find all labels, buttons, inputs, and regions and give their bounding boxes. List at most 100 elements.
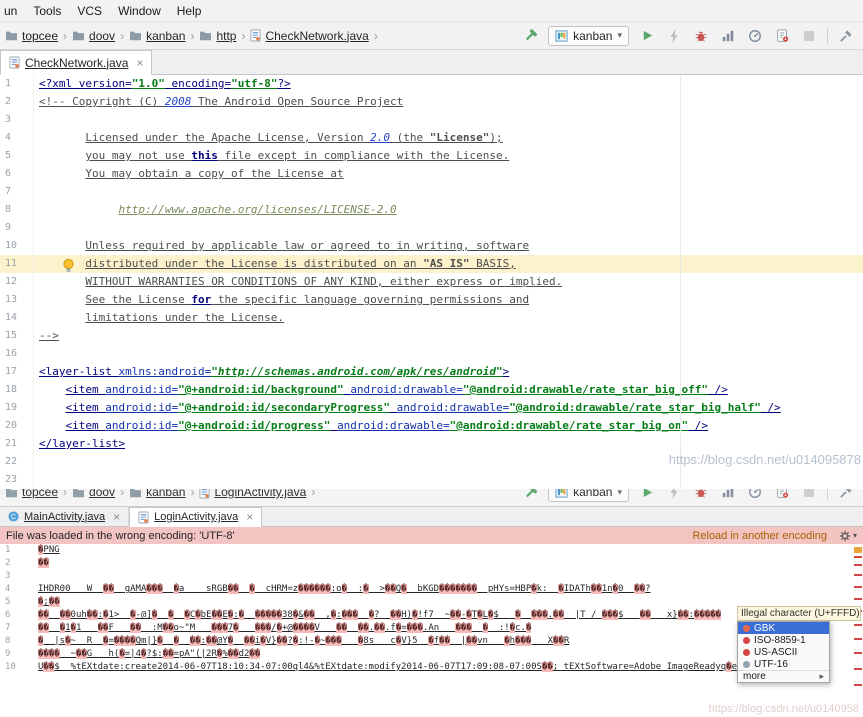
error-stripe-mark[interactable] — [854, 547, 862, 553]
encoding-option-iso-8859-1[interactable]: ISO-8859-1 — [738, 634, 829, 646]
error-stripe-mark[interactable] — [854, 574, 862, 576]
error-stripe-mark[interactable] — [854, 556, 862, 558]
code-token — [239, 623, 255, 633]
breadcrumb-item[interactable]: topcee — [5, 29, 58, 43]
tab-checknetwork-java[interactable]: CheckNetwork.java× — [0, 50, 152, 75]
code-token — [157, 610, 168, 620]
menu-item-vcs[interactable]: VCS — [69, 4, 110, 18]
error-stripe-mark[interactable] — [854, 624, 862, 626]
menu-item-tools[interactable]: Tools — [25, 4, 69, 18]
breadcrumb-item[interactable]: kanban — [129, 29, 185, 43]
error-stripe-mark[interactable] — [854, 586, 862, 588]
apply-changes-button[interactable] — [665, 489, 683, 501]
code-token — [233, 636, 244, 646]
code-token: android:drawable= — [337, 419, 450, 432]
breadcrumb-item[interactable]: doov — [72, 29, 115, 43]
breadcrumb-item[interactable]: http — [199, 29, 236, 43]
invalid-char: �� — [38, 558, 49, 568]
close-icon[interactable]: × — [136, 56, 143, 70]
code-token: |T / — [564, 610, 602, 620]
build-button[interactable] — [521, 27, 539, 45]
code-line: 4 Licensed under the Apache License, Ver… — [0, 129, 863, 147]
error-stripe-mark[interactable] — [854, 652, 862, 654]
error-stripe-mark[interactable] — [854, 598, 862, 600]
code-token: , — [315, 610, 331, 620]
encoding-option-us-ascii[interactable]: US-ASCII — [738, 646, 829, 658]
build-button[interactable] — [521, 489, 539, 501]
banner-settings-button[interactable]: ▾ — [839, 530, 857, 542]
breadcrumb-item[interactable]: topcee — [5, 489, 58, 499]
coverage-button[interactable] — [719, 489, 737, 501]
line-number: 9 — [0, 219, 34, 237]
run-config-select[interactable]: kanban▾ — [548, 26, 629, 46]
run-config-select[interactable]: kanban▾ — [548, 489, 629, 502]
error-stripe-mark[interactable] — [854, 684, 862, 686]
profile-run-button[interactable] — [773, 27, 791, 45]
debug-button[interactable] — [692, 27, 710, 45]
more-tools-button[interactable] — [837, 489, 855, 501]
menu-item-un[interactable]: un — [0, 4, 25, 18]
run-button[interactable] — [638, 489, 656, 501]
code-line: 20 <item android:id="@+android:id/progre… — [0, 417, 863, 435]
coverage-button[interactable] — [719, 27, 737, 45]
line-number: 8 — [0, 201, 34, 219]
strip-breadcrumb-bar: topcee›doov›kanban›LoginActivity.java› — [0, 489, 521, 499]
stop-button[interactable] — [800, 489, 818, 501]
menu-item-window[interactable]: Window — [110, 4, 169, 18]
debug-button[interactable] — [692, 489, 710, 501]
reload-encoding-link[interactable]: Reload in another encoding — [692, 530, 827, 542]
encoding-option-more[interactable]: more▸ — [738, 670, 829, 682]
close-icon[interactable]: × — [113, 510, 120, 524]
menu-item-help[interactable]: Help — [169, 4, 210, 18]
code-token: $ %tEXtdate:create2014-06-07T18:10:34-07… — [54, 662, 542, 672]
profiler-button[interactable] — [746, 489, 764, 501]
breadcrumb-file[interactable]: CheckNetwork.java — [250, 29, 368, 43]
apply-changes-button[interactable] — [665, 27, 683, 45]
code-text: Unless required by applicable law or agr… — [34, 237, 529, 255]
editor-binary[interactable]: 1�PNG2��34IHDR00 W �� gAMA��� �a sRGB�� … — [0, 544, 863, 717]
editor-xml[interactable]: 1<?xml version="1.0" encoding="utf-8"?>2… — [0, 75, 863, 489]
screwdriver-icon — [840, 489, 852, 499]
encoding-option-utf-16[interactable]: UTF-16 — [738, 658, 829, 670]
code-token: R — [564, 636, 569, 646]
encoding-status-icon — [743, 625, 750, 632]
code-token: android:drawable= — [350, 383, 463, 396]
run-button[interactable] — [638, 27, 656, 45]
code-token: vn — [477, 636, 504, 646]
code-token — [390, 401, 397, 414]
code-line: 19 <item android:id="@+android:id/second… — [0, 399, 863, 417]
intention-bulb-icon[interactable] — [62, 258, 75, 273]
error-stripe-mark[interactable] — [854, 668, 862, 670]
profiler-button[interactable] — [746, 27, 764, 45]
close-icon[interactable]: × — [246, 510, 253, 524]
tab-mainactivity-java[interactable]: CMainActivity.java× — [0, 507, 129, 526]
line-number: 7 — [0, 622, 34, 635]
kanban-icon — [555, 489, 568, 498]
breadcrumb-item[interactable]: kanban — [129, 489, 185, 499]
code-token — [472, 623, 483, 633]
invalid-char: ��� — [531, 610, 547, 620]
breadcrumb-file[interactable]: LoginActivity.java — [199, 489, 306, 499]
encoding-banner-message: File was loaded in the wrong encoding: '… — [6, 530, 692, 542]
stop-button[interactable] — [800, 27, 818, 45]
invalid-char: �� — [87, 610, 98, 620]
code-token: 38 — [282, 610, 293, 620]
breadcrumb-item[interactable]: doov — [72, 489, 115, 499]
breadcrumb-bar: topcee›doov›kanban›http›CheckNetwork.jav… — [0, 29, 521, 43]
tab-loginactivity-java[interactable]: LoginActivity.java× — [129, 507, 262, 527]
more-tools-button[interactable] — [837, 27, 855, 45]
line-number: 1 — [0, 75, 34, 93]
code-text: U��$ %tEXtdate:create2014-06-07T18:10:34… — [34, 661, 791, 674]
profile-run-button[interactable] — [773, 489, 791, 501]
line-number: 5 — [0, 147, 34, 165]
folder-icon — [129, 489, 142, 498]
indent — [39, 203, 118, 216]
code-text — [34, 345, 39, 363]
code-text: �� �1�1 ��F �� :M��o~"M ���7� ���/�+@���… — [34, 622, 531, 635]
code-token: "AS IS" — [423, 257, 469, 270]
error-stripe-mark[interactable] — [854, 564, 862, 566]
code-token: You may obtain a copy of the License at — [85, 167, 343, 180]
error-stripe-mark[interactable] — [854, 638, 862, 640]
encoding-option-gbk[interactable]: GBK — [738, 622, 829, 634]
error-tooltip: Illegal character (U+FFFD) — [737, 606, 861, 621]
